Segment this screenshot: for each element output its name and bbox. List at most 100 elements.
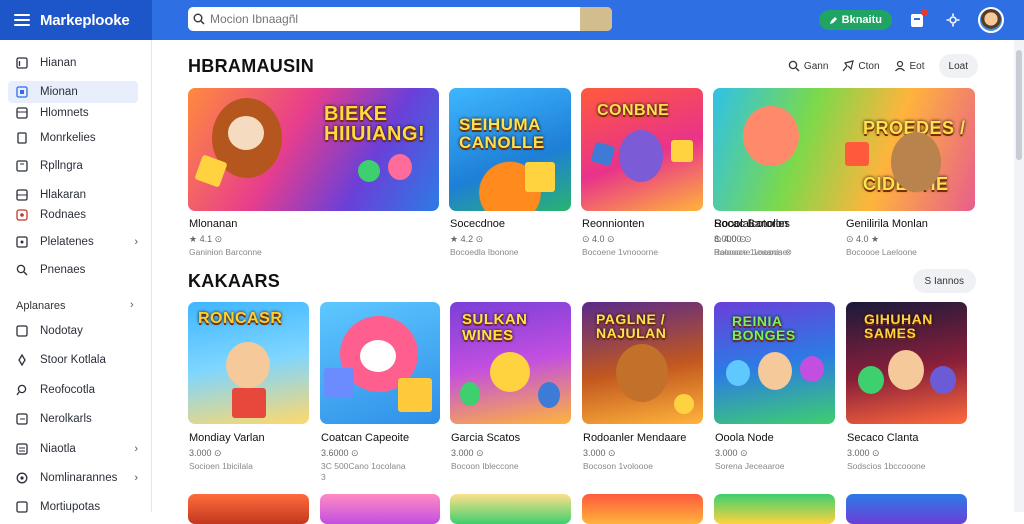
chevron-right-icon[interactable]: › [130, 299, 134, 311]
avatar[interactable] [978, 7, 1004, 33]
game-name: Secaco Clanta [847, 432, 919, 444]
character-shape [460, 382, 480, 406]
game-rating: 3.6000 ⊙ [321, 448, 359, 458]
game-name: Coatcan Capeoite [321, 432, 410, 444]
top-right-actions: Bknaitu [818, 0, 1004, 40]
game-card[interactable]: SULKAN WINES Garcia Scatos 3.000 ⊙ Bocoo… [450, 302, 572, 474]
game-name: Mondiay Varlan [189, 432, 265, 444]
game-card[interactable]: SEIHUMA CANOLLE Socecdnoe ★ 4.2 ⊙ Bocoed… [449, 88, 571, 258]
game-card[interactable]: Rooolalcotorles ⊙ 4.0 ⊙ Rolooone 1oaanis… [713, 218, 837, 258]
game-subtitle: Ganinion Barconne [189, 247, 262, 257]
game-subtitle: Rolooone 1oaanis ⊗ [714, 247, 793, 257]
game-thumbnail[interactable] [582, 494, 703, 524]
game-card[interactable]: GIHUHAN SAMES Secaco Clanta 3.000 ⊙ Sods… [846, 302, 968, 474]
search-submit-button[interactable] [580, 7, 612, 31]
sidebar-item-5[interactable]: Hlakaran [8, 184, 138, 206]
game-card[interactable]: REINIA BONGES Ooola Node 3.000 ⊙ Sorena … [714, 302, 836, 474]
chevron-right-icon: › [134, 236, 138, 248]
game-subtitle: Bocoene 1vnooorne [582, 247, 659, 257]
notifications-button[interactable] [906, 9, 928, 31]
character-shape [226, 342, 270, 388]
game-thumbnail[interactable] [320, 494, 440, 524]
sort-button[interactable]: Gann [788, 60, 828, 72]
dice-shape [398, 378, 432, 412]
window-icon [16, 413, 28, 425]
game-subtitle: 3C 500Cano 1ocolana [321, 461, 406, 471]
sidebar-subitem-6[interactable]: Mortiupotas [8, 496, 138, 518]
filter-button[interactable]: Cton [842, 60, 880, 72]
settings-button[interactable] [942, 9, 964, 31]
search-bar[interactable] [188, 7, 612, 31]
primary-action-button[interactable]: Bknaitu [818, 10, 892, 30]
sidebar-item-2[interactable]: Hlomnets [8, 102, 138, 124]
thumbnail-title: PAGLNE / NAJULAN [596, 311, 667, 341]
user-icon [894, 60, 905, 72]
filter-icon [842, 60, 855, 72]
image-icon [16, 236, 28, 248]
thumbnail-title: RONCASR [198, 310, 283, 327]
game-card[interactable]: Coatcan Capeoite 3.6000 ⊙ 3C 500Cano 1oc… [320, 302, 442, 482]
game-rating: ★ 4.2 ⊙ [450, 234, 484, 244]
view-button[interactable]: Eot [894, 60, 925, 72]
sidebar-item-label: Hlomnets [40, 107, 89, 119]
see-all-button[interactable]: S Iannos [912, 269, 976, 293]
game-card[interactable]: RONCASR Mondiay Varlan 3.000 ⊙ Socioen 1… [188, 302, 310, 474]
game-card[interactable]: Genilirila Monlan ⊙ 4.0 ★ Bocoooe Laeloo… [845, 218, 973, 258]
sidebar-item-3[interactable]: Monrkelies [8, 127, 138, 149]
game-rating: ⊙ 4.0 ⊙ [582, 234, 615, 244]
sidebar-subitem-0[interactable]: Nodotay [8, 320, 138, 342]
game-thumbnail: SULKAN WINES [450, 302, 571, 424]
sidebar-item-label: Nodotay [40, 325, 83, 337]
scrollbar-thumb[interactable] [1016, 50, 1022, 160]
thumbnail-title: REINIA BONGES [732, 313, 796, 343]
sidebar-item-4[interactable]: Rpllngra [8, 155, 138, 177]
game-rating: 3.000 ⊙ [847, 448, 880, 458]
game-subtitle: Bocoooe Laeloone [846, 247, 917, 257]
sidebar-item-label: Rodnaes [40, 209, 87, 221]
primary-action-label: Bknaitu [841, 14, 882, 26]
pencil-icon [829, 16, 837, 24]
sidebar-item-label: Reofocotla [40, 384, 95, 396]
game-thumbnail[interactable] [188, 494, 309, 524]
game-card[interactable]: PAGLNE / NAJULAN Rodoanler Mendaare 3.00… [582, 302, 704, 474]
sidebar-item-label: Pnenaes [40, 264, 86, 276]
thumbnail-title: GIHUHAN SAMES [864, 311, 933, 341]
game-thumbnail[interactable] [450, 494, 571, 524]
sidebar-subitem-2[interactable]: Reofocotla [8, 379, 138, 401]
game-card[interactable]: CONBNE Reonnionten ⊙ 4.0 ⊙ Bocoene 1vnoo… [581, 88, 703, 258]
sidebar-subitem-4[interactable]: Niaotla › [8, 438, 138, 460]
game-thumbnail [320, 302, 440, 424]
game-card[interactable]: BIEKE HIIUIANG! Mlonanan ★ 4.1 ⊙ Ganinio… [188, 88, 440, 258]
sidebar-item-label: Nerolkarls [40, 413, 92, 425]
character-shape [891, 132, 941, 192]
sidebar-item-8[interactable]: Pnenaes [8, 259, 138, 281]
game-thumbnail: SEIHUMA CANOLLE [449, 88, 571, 211]
window-icon [16, 189, 28, 201]
sidebar-item-7[interactable]: Plelatenes › [8, 231, 138, 253]
view-label: Eot [909, 60, 925, 72]
sidebar-item-label: Hlakaran [40, 189, 87, 201]
sidebar-item-0[interactable]: Hianan [8, 52, 138, 74]
scrollbar[interactable] [1014, 40, 1024, 512]
dice-shape [845, 142, 869, 166]
thumbnail-title: CONBNE [597, 102, 670, 119]
search-icon [16, 384, 28, 396]
sidebar-subitem-1[interactable]: Stoor Kotlala [8, 349, 138, 371]
search-input[interactable] [210, 12, 580, 26]
sidebar-item-6[interactable]: Rodnaes [8, 204, 138, 226]
game-thumbnail[interactable] [714, 494, 835, 524]
more-button[interactable]: Loat [938, 54, 978, 78]
sidebar-subitem-3[interactable]: Nerolkarls [8, 408, 138, 430]
list-icon [16, 443, 28, 455]
menu-icon[interactable] [14, 14, 30, 26]
game-thumbnail[interactable] [846, 494, 967, 524]
sidebar-item-1[interactable]: Mionan [8, 81, 138, 103]
game-name: Mlonanan [189, 218, 238, 230]
dice-shape [671, 140, 693, 162]
character-shape [858, 366, 884, 394]
sidebar-item-label: Niaotla [40, 443, 76, 455]
game-name: Reonnionten [582, 218, 645, 230]
app-title[interactable]: Markeplooke [40, 12, 130, 29]
sidebar-subitem-5[interactable]: Nomlinarannes › [8, 467, 138, 489]
game-thumbnail: GIHUHAN SAMES [846, 302, 967, 424]
